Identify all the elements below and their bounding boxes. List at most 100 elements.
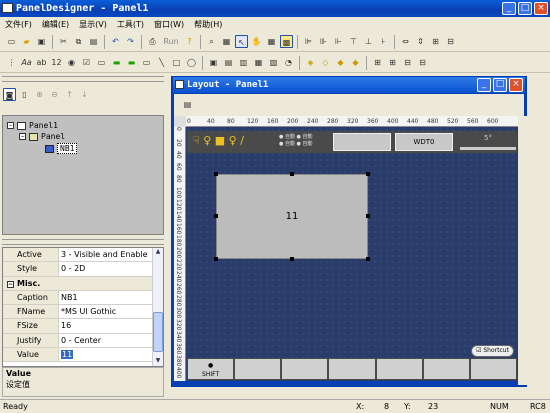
key-button[interactable] [282,359,328,379]
graph-tool-icon[interactable]: ▧ [267,56,280,69]
label-tool-icon[interactable]: ab [35,56,48,69]
tree-add-icon[interactable]: ⊕ [33,88,46,101]
wd-button[interactable]: WDT0 [395,133,453,151]
redo-icon[interactable]: ↷ [124,35,137,48]
back-icon[interactable]: ◆ [349,56,362,69]
value-input[interactable]: 11 [61,350,74,360]
prop-value[interactable]: NB1 [59,291,163,304]
menu-help[interactable]: 帮助(H) [189,17,227,32]
radio-tool-icon[interactable]: ◉ [65,56,78,69]
prop-value[interactable]: 3 - Visible and Enable [59,248,163,261]
align-bottom-icon[interactable]: ⊦ [377,35,390,48]
rect-tool-icon[interactable]: ▭ [140,56,153,69]
zoom-icon[interactable]: ⌕ [205,35,218,48]
scroll-thumb[interactable] [153,312,163,352]
tree-item-panel1[interactable]: − Panel1 [7,121,58,130]
document-icon[interactable]: ▤ [181,98,194,111]
help-icon[interactable]: ? [183,35,196,48]
tree-item-nb1[interactable]: NB1 [45,143,78,154]
led-tool-icon[interactable]: ▬ [125,56,138,69]
run-button[interactable]: Run [161,35,181,48]
move-up-icon[interactable]: ↑ [63,88,76,101]
resize-handle[interactable] [214,214,218,218]
move-down-icon[interactable]: ↓ [78,88,91,101]
same-width-icon[interactable]: ⇔ [399,35,412,48]
tree-item-panel[interactable]: − Panel [19,132,65,141]
shift-key[interactable]: ● SHIFT [188,359,234,379]
layout-minimize-button[interactable]: _ [477,78,491,92]
number-tool-icon[interactable]: 12 [50,56,63,69]
open-icon[interactable]: ▰ [20,35,33,48]
resize-handle[interactable] [214,257,218,261]
bar-tool-icon[interactable]: ▦ [252,56,265,69]
resize-handle[interactable] [366,172,370,176]
snap-icon[interactable]: ▩ [280,35,293,48]
collapse-icon[interactable]: − [19,133,26,140]
copy-icon[interactable]: ⧉ [72,35,85,48]
prop-row[interactable]: Active 3 - Visible and Enable [3,248,163,263]
prop-row[interactable]: Style 0 - 2D [3,262,163,277]
same-size-icon[interactable]: ⊞ [429,35,442,48]
align-right-icon[interactable]: ⊩ [332,35,345,48]
close-button[interactable]: × [534,2,548,15]
canvas-button-1[interactable] [333,133,391,151]
prop-row[interactable]: Caption NB1 [3,290,163,306]
resize-handle[interactable] [214,172,218,176]
menu-tools[interactable]: 工具(T) [112,17,149,32]
resize-handle[interactable] [366,214,370,218]
hand-icon[interactable]: ✋ [250,35,263,48]
menu-file[interactable]: 文件(F) [0,17,37,32]
align-top-icon[interactable]: ⊤ [347,35,360,48]
print-icon[interactable]: ⎙ [146,35,159,48]
prop-row[interactable]: Justify 0 - Center [3,333,163,349]
checkbox-tool-icon[interactable]: ☑ [80,56,93,69]
distribute-v-icon[interactable]: ⊟ [416,56,429,69]
shortcut-button[interactable]: ☑ Shortcut [471,345,514,357]
undo-icon[interactable]: ↶ [109,35,122,48]
space-icon[interactable]: ⊟ [444,35,457,48]
image-tool-icon[interactable]: ▣ [207,56,220,69]
menu-view[interactable]: 显示(V) [74,17,112,32]
same-height-icon[interactable]: ⇕ [414,35,427,48]
line-tool-icon[interactable]: ╲ [155,56,168,69]
align-center-icon[interactable]: ⊪ [317,35,330,48]
layout-close-button[interactable]: × [509,78,523,92]
meter-tool-icon[interactable]: ◔ [282,56,295,69]
minimize-button[interactable]: _ [502,2,516,15]
prop-value[interactable]: *MS UI Gothic [59,305,163,318]
scroll-down-icon[interactable]: ▼ [153,357,163,366]
camera-icon[interactable]: ◙ [3,87,16,101]
prop-value[interactable]: 16 [59,319,163,332]
prop-row[interactable]: FName *MS UI Gothic [3,305,163,320]
key-button[interactable] [423,359,469,379]
align-left-icon[interactable]: ⊫ [302,35,315,48]
new-icon[interactable]: ▭ [5,35,18,48]
prop-category[interactable]: − Misc. [3,276,163,291]
front-icon[interactable]: ◆ [334,56,347,69]
prop-value[interactable]: 0 - Center [59,334,163,347]
layout-icon[interactable]: ▦ [265,35,278,48]
prop-row[interactable]: Value11▾ [3,348,163,363]
key-button[interactable] [470,359,516,379]
align-middle-icon[interactable]: ⊥ [362,35,375,48]
pointer-icon[interactable]: ↖ [235,35,248,48]
group-icon[interactable]: ◈ [304,56,317,69]
ungroup-icon[interactable]: ◇ [319,56,332,69]
menu-window[interactable]: 窗口(W) [149,17,189,32]
frame-tool-icon[interactable]: □ [170,56,183,69]
page-icon[interactable]: ▯ [18,88,31,101]
paste-icon[interactable]: ▤ [87,35,100,48]
key-button[interactable] [235,359,281,379]
collapse-icon[interactable]: − [7,122,14,129]
prop-scrollbar[interactable]: ▲ ▼ [152,248,163,366]
list-tool-icon[interactable]: ▥ [237,56,250,69]
button-tool-icon[interactable]: ▭ [95,56,108,69]
maximize-button[interactable]: □ [518,2,532,15]
prop-value-edit[interactable]: 11▾ [59,348,163,362]
collapse-icon[interactable]: − [7,280,14,288]
hspace-icon[interactable]: ⊞ [371,56,384,69]
lamp-tool-icon[interactable]: ▬ [110,56,123,69]
layout-maximize-button[interactable]: □ [493,78,507,92]
save-icon[interactable]: ▣ [35,35,48,48]
distribute-h-icon[interactable]: ⊟ [401,56,414,69]
